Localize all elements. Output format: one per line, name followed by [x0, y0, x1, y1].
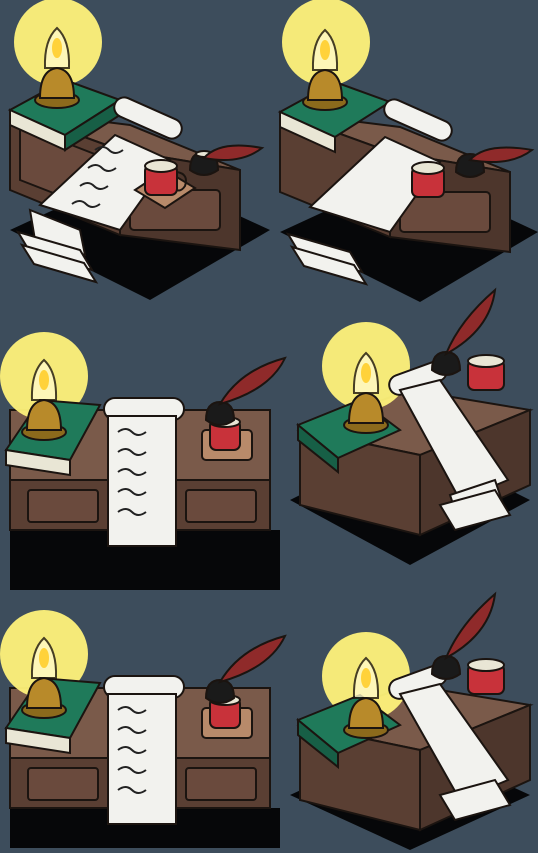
cup-icon	[411, 161, 445, 198]
quill-icon	[217, 356, 287, 406]
quill-icon	[202, 144, 265, 161]
cup-icon	[467, 354, 505, 391]
inkwell-icon	[430, 654, 462, 680]
sprite-sheet	[0, 0, 538, 853]
quill-icon	[443, 287, 497, 357]
cup-icon	[467, 658, 505, 695]
desk-sprite-iso-right	[0, 0, 270, 320]
inkwell-icon	[430, 350, 462, 376]
quill-icon	[443, 591, 497, 661]
inkwell-icon	[204, 400, 236, 426]
desk-sprite-front	[0, 320, 290, 600]
desk-sprite-front-b	[0, 600, 290, 853]
inkwell-icon	[204, 678, 236, 704]
quill-icon	[217, 634, 287, 684]
desk-sprite-iso-right-b	[270, 0, 538, 320]
scroll-icon	[103, 675, 185, 825]
desk-sprite-iso-left	[290, 287, 538, 590]
desk-sprite-iso-left-b	[290, 590, 538, 853]
scroll-icon	[103, 397, 185, 547]
quill-icon	[468, 146, 535, 163]
